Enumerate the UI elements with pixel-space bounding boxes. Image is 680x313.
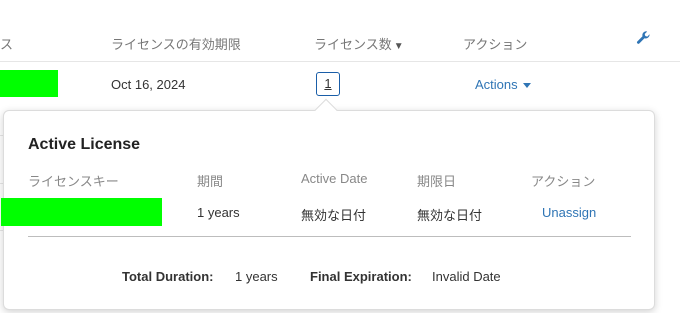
column-header-expiry[interactable]: ライセンスの有効期限: [111, 34, 241, 53]
period-value: 1 years: [197, 205, 240, 220]
expiry-date-value: 無効な日付: [417, 208, 483, 223]
divider: [28, 236, 631, 237]
caret-down-icon: [522, 83, 531, 89]
redacted-license-key: [1, 198, 162, 226]
expiry-date: Oct 16, 2024: [111, 77, 186, 92]
redacted-cell: [0, 70, 58, 97]
table-row: Oct 16, 2024 1 Actions: [0, 62, 680, 108]
column-header-license-count-label: ライセンス数: [314, 37, 392, 52]
license-count-link[interactable]: 1: [316, 72, 340, 96]
total-duration-label: Total Duration:: [122, 269, 214, 284]
popover-title: Active License: [28, 136, 141, 153]
table-header: ス ライセンスの有効期限 ライセンス数 ▼ アクション: [0, 0, 680, 62]
actions-dropdown[interactable]: Actions: [475, 77, 531, 92]
active-license-popover: Active License ライセンスキー 期間 Active Date 期限…: [1, 110, 655, 310]
actions-label: Actions: [475, 77, 518, 92]
col-action: アクション: [531, 174, 596, 189]
column-header-license-count[interactable]: ライセンス数 ▼: [314, 34, 404, 53]
unassign-link[interactable]: Unassign: [542, 205, 596, 220]
col-period: 期間: [197, 174, 224, 189]
col-expiry-date: 期限日: [417, 174, 457, 189]
active-date-value: 無効な日付: [301, 208, 367, 223]
wrench-icon[interactable]: [636, 30, 652, 46]
column-header-action: アクション: [463, 37, 528, 52]
column-header-truncated: ス: [0, 37, 14, 52]
sort-desc-icon: ▼: [393, 41, 404, 52]
col-license-key: ライセンスキー: [28, 174, 119, 189]
total-duration-value: 1 years: [235, 269, 278, 284]
col-active-date: Active Date: [301, 171, 368, 186]
final-expiration-label: Final Expiration:: [310, 269, 412, 284]
final-expiration-value: Invalid Date: [432, 269, 501, 284]
